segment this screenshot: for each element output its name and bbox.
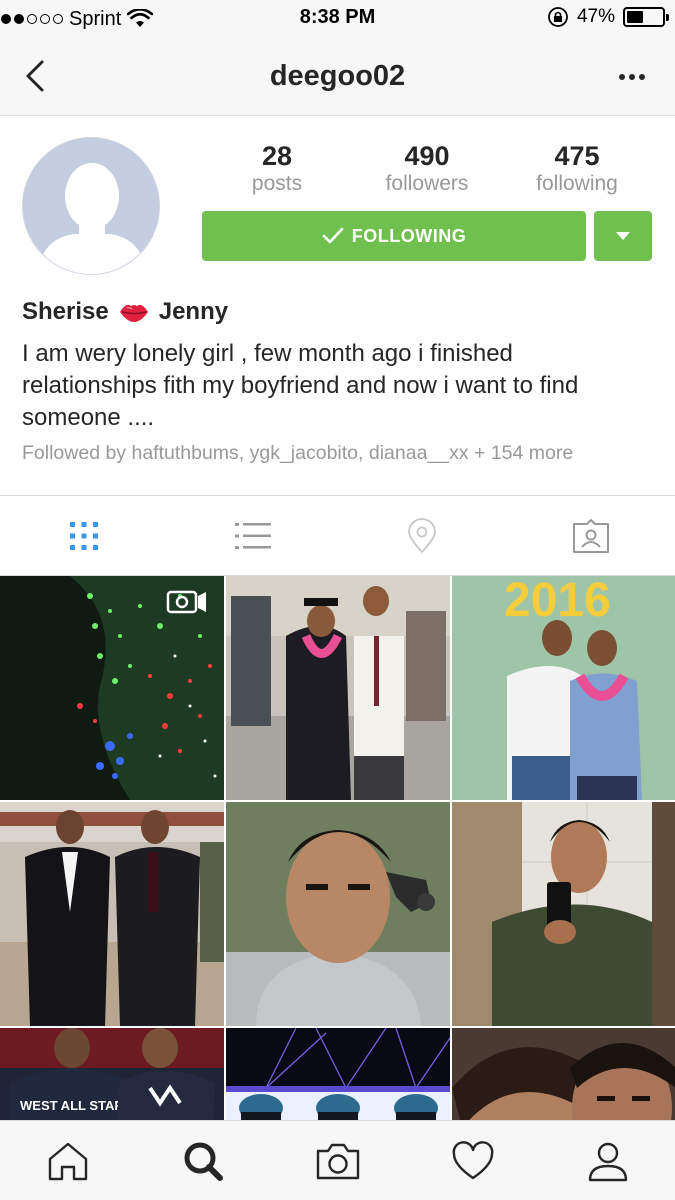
search-icon bbox=[184, 1142, 223, 1181]
photo-tile[interactable]: WEST ALL STARS bbox=[0, 1028, 224, 1120]
checkmark-icon bbox=[322, 227, 344, 244]
tab-home[interactable] bbox=[0, 1121, 135, 1200]
selfie-photo bbox=[226, 802, 450, 1026]
photo-overlay-text: WEST ALL STARS bbox=[20, 1098, 133, 1113]
photo-tile[interactable] bbox=[452, 802, 675, 1026]
battery-fill bbox=[627, 11, 643, 23]
tab-location[interactable] bbox=[338, 496, 507, 575]
profile-view-tabs bbox=[0, 495, 675, 576]
bottom-tab-bar bbox=[0, 1120, 675, 1200]
status-bar: Sprint 8:38 PM 47% bbox=[0, 0, 675, 40]
mirror-selfie-photo bbox=[452, 802, 675, 1026]
heart-icon bbox=[452, 1140, 493, 1179]
photo-tile[interactable] bbox=[226, 802, 450, 1026]
default-avatar-icon bbox=[23, 138, 159, 274]
christmas-lights-photo bbox=[0, 576, 224, 800]
posts-label: posts bbox=[251, 172, 303, 195]
location-pin-icon bbox=[407, 517, 436, 553]
battery-icon bbox=[623, 7, 669, 27]
stat-following[interactable]: 475 following bbox=[502, 140, 652, 196]
camera-icon bbox=[316, 1143, 359, 1179]
home-icon bbox=[48, 1142, 87, 1180]
football-photo: WEST ALL STARS bbox=[0, 1028, 224, 1120]
tab-list[interactable] bbox=[169, 496, 338, 575]
photo-tile[interactable] bbox=[0, 802, 224, 1026]
stat-followers[interactable]: 490 followers bbox=[352, 140, 502, 196]
followers-count: 490 bbox=[404, 141, 450, 171]
grid-icon bbox=[70, 521, 99, 550]
suggestions-dropdown-button[interactable] bbox=[594, 211, 652, 261]
tab-grid[interactable] bbox=[0, 496, 169, 575]
nav-bar: deegoo02 bbox=[0, 40, 675, 116]
profile-name: Sherise Jenny bbox=[22, 298, 228, 326]
more-options-icon[interactable] bbox=[617, 70, 647, 84]
lips-kiss-icon bbox=[119, 304, 148, 322]
tab-profile[interactable] bbox=[540, 1121, 675, 1200]
tab-activity[interactable] bbox=[405, 1121, 540, 1200]
graduation-photo bbox=[226, 576, 450, 800]
rotation-lock-icon bbox=[548, 7, 568, 27]
2016-sign-photo: 2016 bbox=[452, 576, 675, 800]
profile-icon bbox=[588, 1142, 627, 1181]
triangle-down-icon bbox=[616, 232, 630, 240]
profile-bio: I am wery lonely girl , few month ago i … bbox=[22, 340, 579, 431]
username-title: deegoo02 bbox=[269, 60, 406, 92]
battery-percent: 47% bbox=[576, 6, 615, 27]
photo-tile[interactable] bbox=[226, 576, 450, 800]
photo-grid: 2016 WEST ALL STARS bbox=[0, 576, 675, 1120]
name-second: Jenny bbox=[158, 298, 229, 325]
following-button-label: FOLLOWING bbox=[351, 225, 467, 246]
couple-selfie-photo bbox=[452, 1028, 675, 1120]
photo-overlay-text: 2016 bbox=[504, 576, 611, 627]
followers-label: followers bbox=[385, 172, 469, 195]
following-button[interactable]: FOLLOWING bbox=[202, 211, 586, 261]
tab-search[interactable] bbox=[135, 1121, 270, 1200]
photo-tile[interactable] bbox=[226, 1028, 450, 1120]
followed-by-text[interactable]: Followed by haftuthbums, ygk_jacobito, d… bbox=[22, 442, 573, 465]
photo-tile[interactable] bbox=[0, 576, 224, 800]
stat-posts[interactable]: 28 posts bbox=[202, 140, 352, 196]
tab-tagged[interactable] bbox=[506, 496, 675, 575]
name-first: Sherise bbox=[22, 298, 109, 325]
avatar[interactable] bbox=[22, 137, 160, 275]
posts-count: 28 bbox=[261, 141, 293, 171]
photo-tile[interactable]: 2016 bbox=[452, 576, 675, 800]
concert-photo bbox=[226, 1028, 450, 1120]
status-right: 47% bbox=[547, 6, 669, 28]
tab-camera[interactable] bbox=[270, 1121, 405, 1200]
photo-tile[interactable] bbox=[452, 1028, 675, 1120]
suits-photo bbox=[0, 802, 224, 1026]
following-label: following bbox=[536, 172, 618, 195]
following-count: 475 bbox=[554, 141, 600, 171]
list-icon bbox=[235, 522, 272, 549]
tagged-photos-icon bbox=[572, 518, 609, 553]
